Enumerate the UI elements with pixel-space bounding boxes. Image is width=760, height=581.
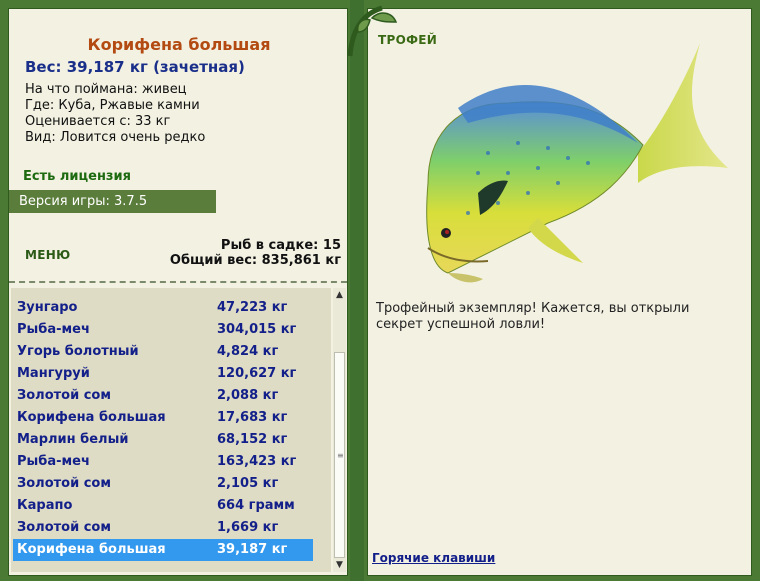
- catch-fish-name: Золотой сом: [17, 520, 111, 535]
- vine-ornament-icon: [347, 5, 398, 57]
- fish-location: Где: Куба, Ржавые камни: [25, 98, 200, 113]
- scroll-down-arrow-icon[interactable]: ▼: [333, 558, 346, 572]
- catch-fish-weight: 2,105 кг: [217, 476, 279, 491]
- fish-kind: Вид: Ловится очень редко: [25, 130, 206, 145]
- version-bar: Версия игры: 3.7.5: [9, 190, 216, 213]
- license-status: Есть лицензия: [23, 169, 131, 184]
- catch-list-row[interactable]: Рыба-меч 304,015 кг: [13, 319, 313, 341]
- catch-list-row[interactable]: Карапо 664 грамм: [13, 495, 313, 517]
- fish-in-cage: Рыб в садке: 15: [220, 238, 341, 253]
- dashed-separator: [9, 281, 347, 283]
- grip-icon: ≡: [337, 451, 344, 460]
- catch-fish-weight: 1,669 кг: [217, 520, 279, 535]
- menu-button[interactable]: МЕНЮ: [25, 248, 70, 262]
- trophy-text: Трофейный экземпляр! Кажется, вы открыли…: [376, 301, 690, 332]
- left-panel: Корифена большая Вес: 39,187 кг (зачетна…: [8, 8, 348, 576]
- catch-fish-name: Карапо: [17, 498, 73, 513]
- catch-fish-weight: 39,187 кг: [217, 542, 288, 557]
- catch-fish-weight: 47,223 кг: [217, 300, 288, 315]
- fish-title: Корифена большая: [87, 35, 271, 54]
- catch-fish-name: Корифена большая: [17, 542, 166, 557]
- catch-fish-name: Зунгаро: [17, 300, 78, 315]
- catch-fish-weight: 163,423 кг: [217, 454, 297, 469]
- catch-fish-weight: 17,683 кг: [217, 410, 288, 425]
- catch-list-row[interactable]: Корифена большая 17,683 кг: [13, 407, 313, 429]
- catch-list-row[interactable]: Золотой сом 2,088 кг: [13, 385, 313, 407]
- catch-list-row[interactable]: Рыба-меч 163,423 кг: [13, 451, 313, 473]
- right-panel: ТРОФЕЙ Трофейный экземпляр! Кажется, вы …: [367, 8, 752, 576]
- catch-fish-weight: 2,088 кг: [217, 388, 279, 403]
- catch-list-row[interactable]: Зунгаро 47,223 кг: [13, 297, 313, 319]
- catch-list-row[interactable]: Золотой сом 1,669 кг: [13, 517, 313, 539]
- catch-fish-weight: 68,152 кг: [217, 432, 288, 447]
- panel-divider: [350, 0, 364, 581]
- catch-fish-weight: 4,824 кг: [217, 344, 279, 359]
- catch-fish-name: Корифена большая: [17, 410, 166, 425]
- catch-fish-name: Рыба-меч: [17, 454, 90, 469]
- cage-stats: Рыб в садке: 15 Общий вес: 835,861 кг: [170, 238, 341, 268]
- catch-fish-weight: 304,015 кг: [217, 322, 297, 337]
- catch-fish-weight: 664 грамм: [217, 498, 295, 513]
- catch-fish-name: Мангуруй: [17, 366, 90, 381]
- game-window: Корифена большая Вес: 39,187 кг (зачетна…: [0, 0, 760, 581]
- total-weight: Общий вес: 835,861 кг: [169, 253, 341, 268]
- catch-fish-name: Угорь болотный: [17, 344, 139, 359]
- catch-list-row[interactable]: Марлин белый 68,152 кг: [13, 429, 313, 451]
- catch-fish-name: Золотой сом: [17, 476, 111, 491]
- catch-fish-name: Золотой сом: [17, 388, 111, 403]
- catch-fish-name: Рыба-меч: [17, 322, 90, 337]
- fish-bait: На что поймана: живец: [25, 82, 187, 97]
- mahi-mahi-fish-image: [426, 43, 728, 283]
- catch-list[interactable]: Зунгаро 47,223 кг Рыба-меч 304,015 кг Угорь …: [11, 288, 331, 572]
- catch-list-row[interactable]: Мангуруй 120,627 кг: [13, 363, 313, 385]
- catch-fish-weight: 120,627 кг: [217, 366, 297, 381]
- catch-list-scrollbar[interactable]: ▲ ≡ ▼: [333, 288, 346, 572]
- catch-list-row[interactable]: Золотой сом 2,105 кг: [13, 473, 313, 495]
- fish-weight: Вес: 39,187 кг (зачетная): [25, 58, 245, 76]
- fish-valued-from: Оценивается с: 33 кг: [25, 114, 171, 129]
- catch-fish-name: Марлин белый: [17, 432, 129, 447]
- catch-list-row[interactable]: Корифена большая 39,187 кг: [13, 539, 313, 561]
- scroll-thumb[interactable]: ≡: [334, 352, 345, 558]
- scroll-up-arrow-icon[interactable]: ▲: [333, 288, 346, 302]
- hotkeys-link[interactable]: Горячие клавиши: [372, 551, 495, 565]
- catch-list-row[interactable]: Угорь болотный 4,824 кг: [13, 341, 313, 363]
